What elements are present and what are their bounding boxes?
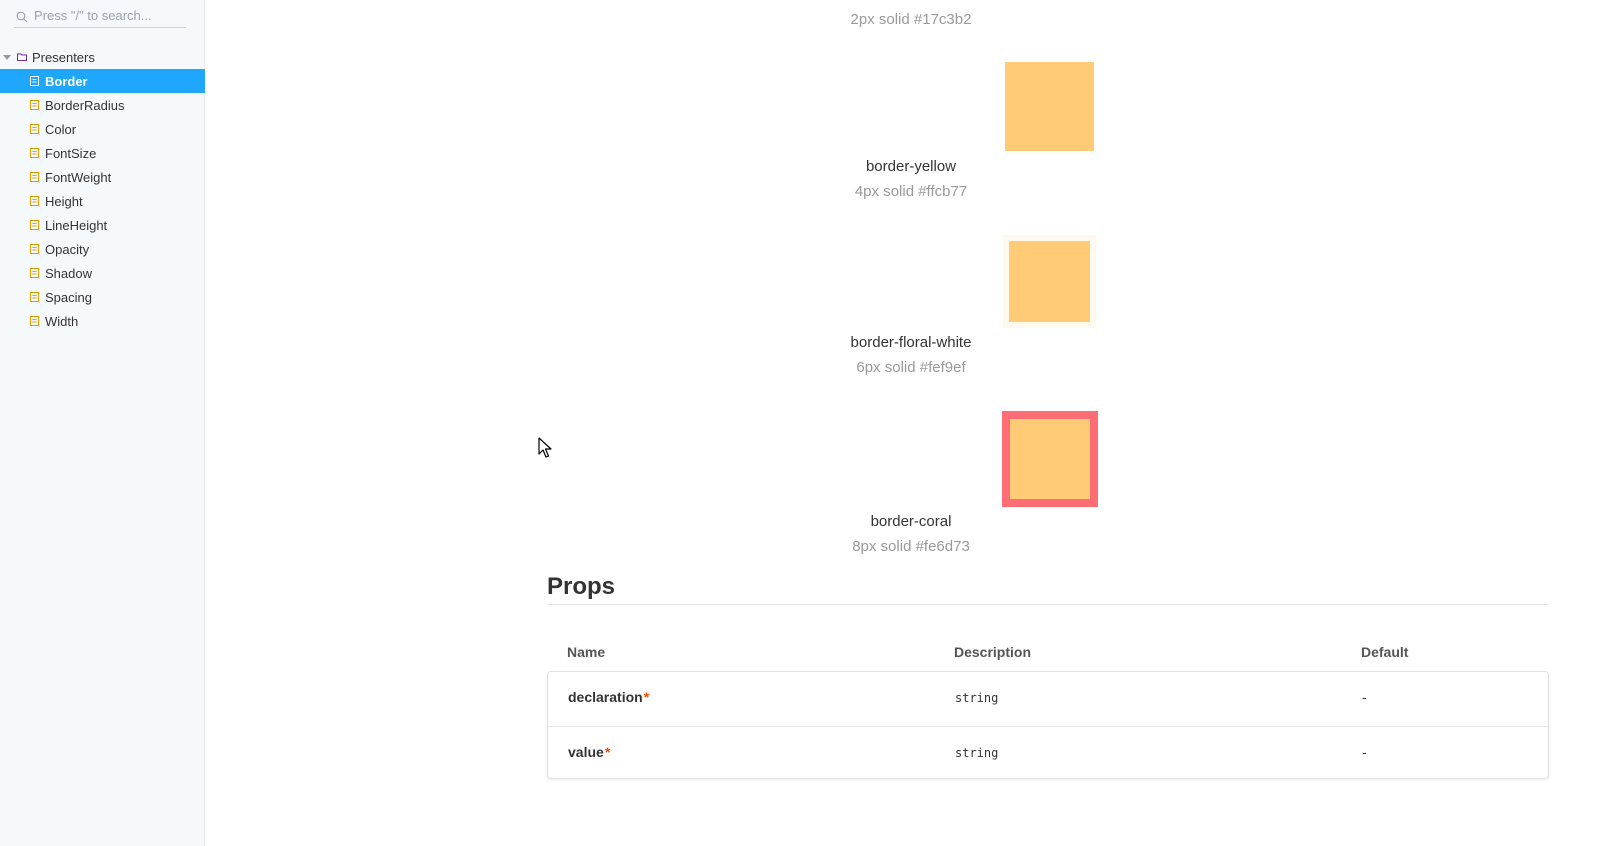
prop-name-text: value: [568, 744, 604, 760]
sidebar-item-shadow[interactable]: Shadow: [0, 261, 205, 285]
document-icon: [30, 148, 39, 158]
prop-default: -: [1362, 689, 1367, 705]
column-header-name: Name: [567, 644, 606, 660]
search-icon: [16, 11, 28, 23]
divider: [547, 604, 1549, 605]
column-header-default: Default: [1361, 644, 1409, 660]
sidebar-item-color[interactable]: Color: [0, 117, 205, 141]
sidebar-item-fontsize[interactable]: FontSize: [0, 141, 205, 165]
sidebar-item-fontweight[interactable]: FontWeight: [0, 165, 205, 189]
document-icon: [30, 100, 39, 110]
document-icon: [30, 244, 39, 254]
main-canvas: 2px solid #17c3b2 border-yellow 4px soli…: [205, 0, 1617, 846]
document-icon: [30, 76, 39, 86]
sidebar-item-label: Height: [45, 193, 83, 209]
sidebar-item-label: Border: [45, 73, 88, 89]
swatch-border-teal: 2px solid #17c3b2: [205, 11, 1617, 28]
document-icon: [30, 124, 39, 134]
prop-default: -: [1362, 744, 1367, 760]
column-header-description: Description: [954, 644, 1032, 660]
prop-type: string: [955, 746, 999, 760]
sidebar-item-height[interactable]: Height: [0, 189, 205, 213]
mouse-cursor-icon: [538, 437, 552, 458]
sidebar-item-label: LineHeight: [45, 217, 108, 233]
table-row: value* string -: [548, 726, 1548, 780]
swatch-description: 2px solid #17c3b2: [850, 11, 972, 28]
swatch-box-coral: [1002, 411, 1098, 507]
swatch-name: border-coral: [870, 513, 952, 530]
sidebar-item-label: Opacity: [45, 241, 90, 257]
document-icon: [30, 316, 39, 326]
sidebar: Presenters Border BorderRadius Color Fon…: [0, 0, 205, 846]
sidebar-item-label: Spacing: [45, 289, 92, 305]
sidebar-item-label: FontSize: [45, 145, 97, 161]
required-marker: *: [604, 744, 611, 760]
sidebar-item-label: Color: [45, 121, 77, 137]
sidebar-item-borderradius[interactable]: BorderRadius: [0, 93, 205, 117]
prop-name: value*: [568, 744, 610, 760]
swatch-border-yellow: border-yellow 4px solid #ffcb77: [205, 158, 1617, 200]
search-box[interactable]: [14, 4, 186, 28]
tree-folder-label: Presenters: [32, 49, 95, 65]
swatch-box-floral-white: [1003, 235, 1096, 328]
sidebar-item-label: FontWeight: [45, 169, 112, 185]
swatch-border-coral: border-coral 8px solid #fe6d73: [205, 513, 1617, 555]
folder-icon: [17, 53, 27, 61]
swatch-border-floral-white: border-floral-white 6px solid #fef9ef: [205, 334, 1617, 376]
document-icon: [30, 268, 39, 278]
swatch-box-yellow: [1005, 62, 1094, 151]
swatch-description: 6px solid #fef9ef: [856, 359, 966, 376]
caret-down-icon: [3, 55, 11, 60]
tree-item-list: Border BorderRadius Color FontSize FontW…: [0, 69, 205, 333]
sidebar-item-width[interactable]: Width: [0, 309, 205, 333]
prop-name: declaration*: [568, 689, 649, 705]
swatch-name: border-yellow: [865, 158, 957, 175]
document-icon: [30, 172, 39, 182]
sidebar-item-border[interactable]: Border: [0, 69, 205, 93]
document-icon: [30, 220, 39, 230]
props-table: declaration* string - value* string -: [547, 671, 1549, 779]
prop-type: string: [955, 691, 999, 705]
sidebar-item-label: BorderRadius: [45, 97, 125, 113]
sidebar-item-label: Shadow: [45, 265, 92, 281]
props-table-header: Name Description Default: [547, 641, 1549, 663]
prop-name-text: declaration: [568, 689, 643, 705]
swatch-description: 8px solid #fe6d73: [852, 538, 970, 555]
document-icon: [30, 292, 39, 302]
sidebar-item-label: Width: [45, 313, 79, 329]
sidebar-item-opacity[interactable]: Opacity: [0, 237, 205, 261]
swatch-description: 4px solid #ffcb77: [854, 183, 968, 200]
swatch-name: border-floral-white: [850, 334, 972, 351]
tree-folder-presenters[interactable]: Presenters: [0, 46, 205, 68]
search-input[interactable]: [34, 6, 182, 24]
table-row: declaration* string -: [548, 672, 1548, 725]
sidebar-item-spacing[interactable]: Spacing: [0, 285, 205, 309]
required-marker: *: [643, 689, 650, 705]
sidebar-item-lineheight[interactable]: LineHeight: [0, 213, 205, 237]
props-heading: Props: [547, 573, 616, 600]
document-icon: [30, 196, 39, 206]
